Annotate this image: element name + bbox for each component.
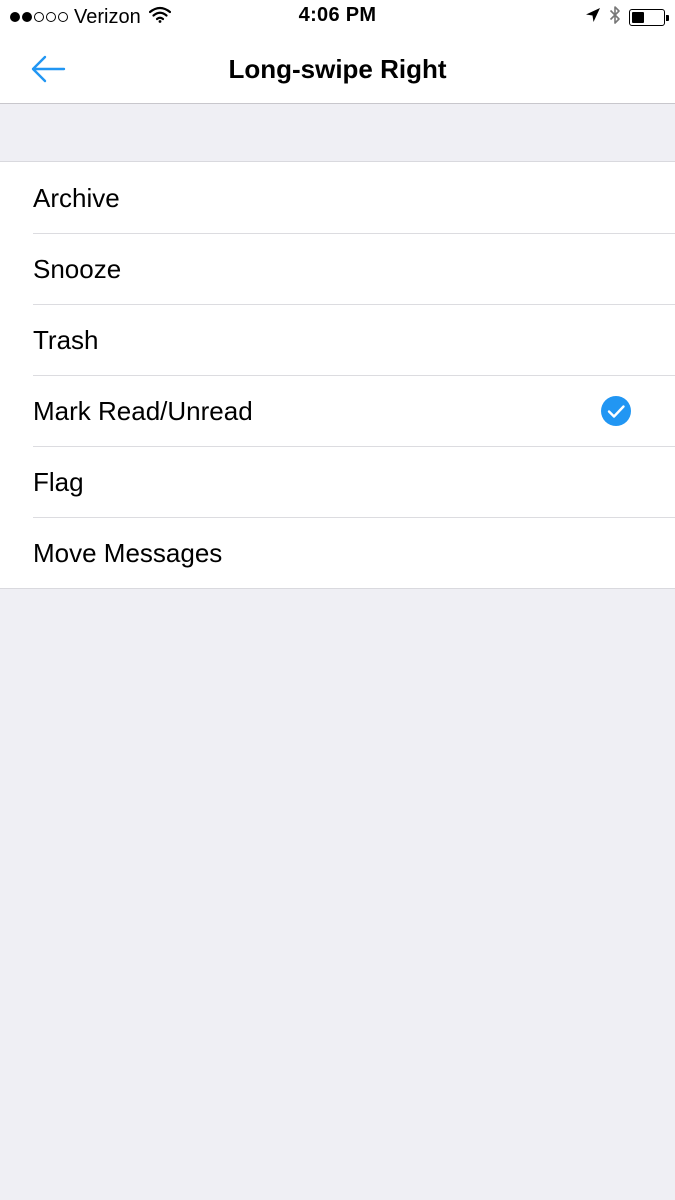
option-archive[interactable]: Archive — [0, 162, 675, 233]
status-bar: Verizon 4:06 PM — [0, 0, 675, 34]
battery-icon — [629, 8, 669, 26]
page-title: Long-swipe Right — [228, 54, 447, 84]
status-time: 4:06 PM — [298, 4, 377, 26]
options-list: Archive Snooze Trash Mark Read/Unread Fl… — [0, 161, 675, 589]
option-label: Snooze — [33, 254, 122, 284]
option-snooze[interactable]: Snooze — [0, 233, 675, 304]
option-label: Mark Read/Unread — [33, 396, 253, 426]
back-button[interactable] — [30, 50, 76, 88]
checkmark-icon — [601, 396, 631, 426]
option-move-messages[interactable]: Move Messages — [0, 517, 675, 588]
option-mark-read-unread[interactable]: Mark Read/Unread — [0, 375, 675, 446]
bluetooth-icon — [609, 5, 621, 30]
option-trash[interactable]: Trash — [0, 304, 675, 375]
option-label: Trash — [33, 325, 99, 355]
option-flag[interactable]: Flag — [0, 446, 675, 517]
location-arrow-icon — [585, 7, 601, 28]
navigation-bar: Long-swipe Right — [0, 34, 675, 104]
option-label: Archive — [33, 183, 120, 213]
option-label: Flag — [33, 467, 84, 497]
option-label: Move Messages — [33, 538, 223, 568]
status-right — [585, 5, 669, 30]
arrow-left-icon[interactable] — [30, 54, 66, 84]
